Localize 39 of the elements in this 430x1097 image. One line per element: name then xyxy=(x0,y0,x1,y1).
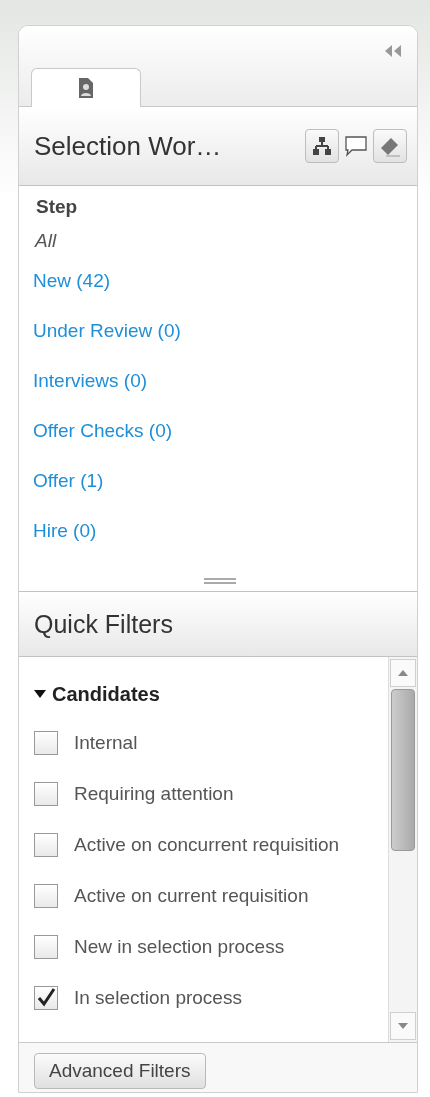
step-link[interactable]: Under Review (0) xyxy=(33,306,403,356)
step-link[interactable]: All xyxy=(35,226,403,256)
down-arrow-icon xyxy=(398,1023,408,1029)
checkbox[interactable] xyxy=(34,985,58,1010)
advanced-filters-button[interactable]: Advanced Filters xyxy=(34,1053,206,1089)
checkbox-label: Active on current requisition xyxy=(74,884,309,907)
caret-icon[interactable] xyxy=(34,689,46,699)
panel-title: Selection Wor… xyxy=(34,130,223,162)
checkbox-label: New in selection process xyxy=(74,935,285,958)
scroll-down-button[interactable] xyxy=(390,1012,416,1040)
up-arrow-icon xyxy=(398,670,408,676)
resize-handle[interactable] xyxy=(204,577,236,585)
checkbox-label: Internal xyxy=(74,731,138,754)
scrollbar-thumb[interactable] xyxy=(391,689,415,851)
checkbox-label: Active on concurrent requisition xyxy=(74,833,340,856)
step-link[interactable]: New (42) xyxy=(33,256,403,306)
step-link[interactable]: Offer (1) xyxy=(33,456,403,506)
section-title: Quick Filters xyxy=(34,609,173,639)
hierarchy-button[interactable] xyxy=(305,129,339,163)
person-icon xyxy=(78,77,94,99)
checkbox[interactable] xyxy=(34,781,58,806)
step-link[interactable]: Offer Checks (0) xyxy=(33,406,403,456)
checkbox-label: In selection process xyxy=(74,986,242,1009)
checkbox[interactable] xyxy=(34,832,58,857)
checkmark-icon xyxy=(36,987,56,1008)
scroll-up-button[interactable] xyxy=(390,659,416,687)
step-link[interactable]: Hire (0) xyxy=(33,506,403,556)
hierarchy-icon xyxy=(312,137,332,155)
group-label: Candidates xyxy=(52,682,160,706)
collapse-icon[interactable] xyxy=(383,44,403,58)
checkbox[interactable] xyxy=(34,730,58,755)
checkbox-label: Requiring attention xyxy=(74,782,234,805)
step-link[interactable]: Interviews (0) xyxy=(33,356,403,406)
checkbox[interactable] xyxy=(34,883,58,908)
tag-button[interactable] xyxy=(373,129,407,163)
checkbox[interactable] xyxy=(34,934,58,959)
tab[interactable] xyxy=(31,68,141,107)
comment-icon[interactable] xyxy=(343,134,369,158)
section-label: Step xyxy=(36,196,78,218)
